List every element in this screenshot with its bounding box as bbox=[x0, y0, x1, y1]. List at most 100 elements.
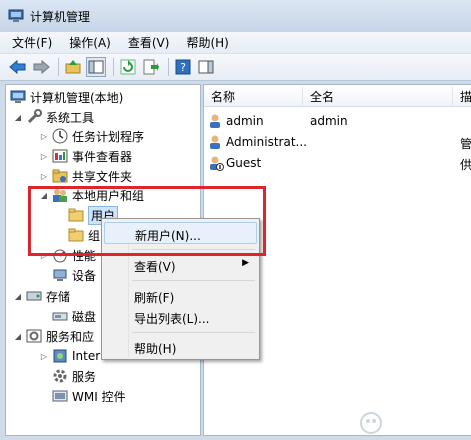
menu-item-view[interactable]: 查看(V) ▶ bbox=[104, 254, 257, 276]
tree-label: 系统工具 bbox=[46, 110, 95, 125]
menu-help[interactable]: 帮助(H) bbox=[186, 34, 228, 51]
expanded-arrow-icon[interactable]: ◢ bbox=[12, 113, 24, 122]
menu-separator bbox=[132, 332, 255, 333]
column-divider[interactable] bbox=[302, 87, 303, 105]
baidu-logo-icon bbox=[360, 412, 382, 434]
tree-item-system-tools[interactable]: ◢ 系统工具 bbox=[12, 107, 94, 127]
user-fullname: admin bbox=[310, 114, 348, 128]
up-folder-button[interactable] bbox=[63, 57, 83, 77]
tree-label: 共享文件夹 bbox=[72, 169, 133, 184]
context-menu: 新用户(N)... 查看(V) ▶ 刷新(F) 导出列表(L)... 帮助(H) bbox=[101, 218, 260, 360]
menu-separator bbox=[132, 249, 255, 250]
menu-item-refresh[interactable]: 刷新(F) bbox=[104, 285, 257, 307]
title-bar: 计算机管理 bbox=[0, 0, 471, 32]
tree-item-local-users-groups[interactable]: ◢ 本地用户和组 bbox=[38, 185, 144, 205]
back-button[interactable] bbox=[8, 57, 28, 77]
toolbar-separator bbox=[58, 58, 59, 76]
tree-label: 事件查看器 bbox=[72, 149, 133, 164]
collapsed-arrow-icon[interactable]: ▷ bbox=[38, 352, 50, 361]
computer-management-icon bbox=[10, 90, 26, 103]
tree-item-performance[interactable]: ▷ 性能 bbox=[38, 245, 96, 265]
collapsed-arrow-icon[interactable]: ▷ bbox=[38, 251, 50, 260]
user-description: 供 bbox=[460, 158, 471, 172]
collapsed-arrow-icon[interactable]: ▷ bbox=[38, 152, 50, 161]
tools-icon bbox=[27, 109, 42, 124]
expanded-arrow-icon[interactable]: ◢ bbox=[12, 292, 24, 301]
tree-item-disk-management[interactable]: 磁盘 bbox=[52, 306, 96, 326]
disabled-user-icon bbox=[210, 156, 224, 171]
tree-label: 设备 bbox=[72, 268, 97, 283]
tree-item-task-scheduler[interactable]: ▷ 任务计划程序 bbox=[38, 126, 144, 146]
tree-label: 组 bbox=[88, 228, 101, 243]
tree-label: 性能 bbox=[72, 248, 97, 263]
collapsed-arrow-icon[interactable]: ▷ bbox=[38, 172, 50, 181]
column-header-fullname[interactable]: 全名 bbox=[310, 88, 334, 105]
export-button[interactable] bbox=[141, 57, 161, 77]
forward-icon bbox=[33, 59, 50, 75]
menu-view[interactable]: 查看(V) bbox=[128, 34, 170, 51]
list-header: 名称 全名 描 bbox=[204, 85, 471, 107]
shared-folder-icon bbox=[52, 169, 68, 183]
expanded-arrow-icon[interactable]: ◢ bbox=[12, 332, 24, 341]
show-hide-tree-button[interactable] bbox=[86, 57, 106, 77]
tree-label: 存储 bbox=[46, 289, 71, 304]
up-folder-icon bbox=[65, 60, 81, 74]
column-header-name[interactable]: 名称 bbox=[211, 88, 235, 105]
device-manager-icon bbox=[53, 269, 67, 281]
table-row[interactable]: Administrat... 管 bbox=[204, 132, 471, 152]
tree-label: WMI 控件 bbox=[72, 389, 126, 404]
folder-icon bbox=[68, 228, 84, 242]
menu-item-label: 新用户(N)... bbox=[135, 229, 201, 243]
tree-label: 服务和应 bbox=[46, 329, 95, 344]
disk-icon bbox=[52, 312, 68, 321]
performance-icon bbox=[53, 249, 67, 263]
menu-action[interactable]: 操作(A) bbox=[69, 34, 111, 51]
tree-item-device-manager[interactable]: 设备 bbox=[52, 265, 96, 285]
tree-item-shared-folders[interactable]: ▷ 共享文件夹 bbox=[38, 166, 132, 186]
tree-label: Inter bbox=[72, 349, 101, 363]
user-icon bbox=[210, 135, 220, 149]
tree-label: 服务 bbox=[72, 369, 97, 384]
table-row[interactable]: Guest 供 bbox=[204, 153, 471, 173]
storage-icon bbox=[26, 291, 42, 301]
toolbar-separator bbox=[168, 58, 169, 76]
column-header-description[interactable]: 描 bbox=[460, 88, 471, 105]
tree-item-event-viewer[interactable]: ▷ 事件查看器 bbox=[38, 146, 132, 166]
help-button[interactable]: ? bbox=[173, 57, 193, 77]
tree-item-root[interactable]: 计算机管理(本地) bbox=[10, 87, 123, 107]
folder-icon bbox=[68, 208, 84, 222]
submenu-arrow-icon: ▶ bbox=[242, 258, 249, 268]
menu-item-label: 刷新(F) bbox=[134, 291, 175, 305]
menu-item-label: 导出列表(L)... bbox=[134, 312, 210, 326]
action-pane-button[interactable] bbox=[196, 57, 216, 77]
collapsed-arrow-icon[interactable]: ▷ bbox=[38, 132, 50, 141]
menu-item-help[interactable]: 帮助(H) bbox=[104, 336, 257, 358]
tree-item-services-apps[interactable]: ◢ 服务和应 bbox=[12, 326, 94, 346]
back-icon bbox=[9, 59, 26, 75]
tree-item-storage[interactable]: ◢ 存储 bbox=[12, 286, 70, 306]
menu-item-label: 帮助(H) bbox=[134, 342, 177, 356]
tree-label: 磁盘 bbox=[72, 309, 97, 324]
column-divider[interactable] bbox=[452, 87, 453, 105]
menu-item-export-list[interactable]: 导出列表(L)... bbox=[104, 306, 257, 328]
refresh-button[interactable] bbox=[118, 57, 138, 77]
tree-item-internet-info[interactable]: ▷ Inter bbox=[38, 346, 100, 366]
window-title: 计算机管理 bbox=[30, 9, 91, 24]
tree-item-services[interactable]: 服务 bbox=[52, 366, 96, 386]
services-apps-icon bbox=[26, 329, 42, 343]
computer-management-icon bbox=[8, 9, 24, 22]
expanded-arrow-icon[interactable]: ◢ bbox=[38, 191, 50, 200]
menu-item-new-user[interactable]: 新用户(N)... bbox=[104, 222, 257, 244]
wmi-icon bbox=[52, 390, 68, 402]
action-pane-icon bbox=[198, 60, 214, 74]
menu-file[interactable]: 文件(F) bbox=[12, 34, 52, 51]
toolbar: ? bbox=[0, 54, 471, 81]
gear-icon bbox=[53, 369, 67, 383]
tree-item-groups[interactable]: 组 bbox=[68, 225, 100, 245]
tree-item-wmi-control[interactable]: WMI 控件 bbox=[52, 386, 126, 406]
table-row[interactable]: admin admin bbox=[204, 111, 471, 131]
iis-icon bbox=[53, 349, 67, 363]
forward-button[interactable] bbox=[31, 57, 51, 77]
svg-text:?: ? bbox=[180, 61, 186, 74]
tree-label: 本地用户和组 bbox=[72, 188, 145, 203]
